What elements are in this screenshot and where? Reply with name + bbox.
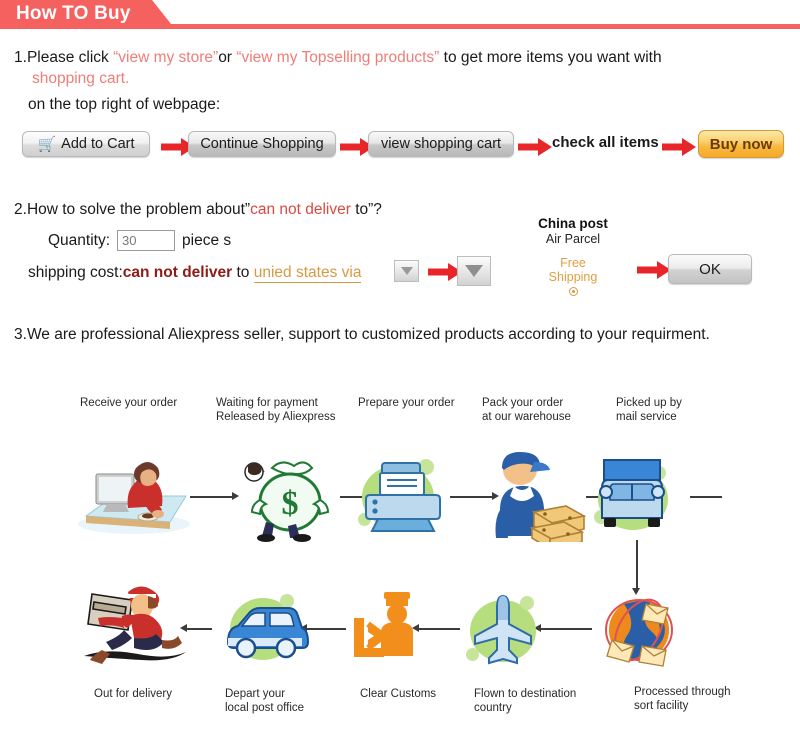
view-shopping-cart-label: view shopping cart	[368, 131, 514, 157]
flow-label-out-for-delivery: Out for delivery	[94, 688, 172, 700]
flow-label-depart-post-office: Depart your local post office	[225, 688, 305, 715]
add-to-cart-button[interactable]: 🛒 Add to Cart	[22, 131, 150, 157]
flow-connector-5-stub	[690, 496, 722, 498]
shipping-cost-to: to	[236, 264, 250, 281]
money-bag-icon: $	[232, 452, 342, 542]
free-shipping-line1: Free	[560, 256, 586, 270]
shipping-cost-row: shipping cost: can not deliver to unied s…	[28, 263, 362, 284]
continue-shopping-label: Continue Shopping	[188, 131, 336, 157]
step2-number: 2.	[14, 201, 27, 218]
flow-label-sort-facility: Processed through sort facility	[634, 686, 731, 713]
header-rule	[175, 24, 800, 29]
continue-shopping-button[interactable]: Continue Shopping	[188, 131, 336, 157]
destination-link[interactable]: unied states via	[253, 263, 362, 284]
step1-shopping-cart-line: shopping cart.	[32, 70, 130, 87]
buy-now-button[interactable]: Buy now	[698, 130, 784, 158]
carrier-service: Air Parcel	[545, 232, 601, 246]
step1-lead: Please click	[26, 49, 109, 66]
flow-connector-down	[636, 540, 638, 592]
destination-dropdown-button[interactable]	[394, 260, 419, 282]
flow-label-prepare-order: Prepare your order	[358, 397, 455, 409]
chevron-down-icon-2	[465, 265, 483, 277]
shipping-cost-status: can not deliver	[122, 264, 233, 281]
step1-tail: to get more items you want with	[443, 49, 662, 66]
quantity-row: Quantity: piece s	[48, 230, 231, 251]
flow-label-picked-up: Picked up by mail service	[616, 397, 682, 424]
step1-number: 1.	[14, 49, 27, 66]
warehouse-worker-icon	[478, 450, 588, 552]
check-all-items-label: check all items	[552, 134, 659, 151]
flow-label-waiting-payment: Waiting for payment Released by Aliexpre…	[216, 397, 336, 424]
globe-mail-icon	[598, 594, 680, 670]
airplane-icon	[462, 590, 552, 672]
quote-close-2: ”	[434, 49, 440, 66]
page-header-banner: How TO Buy	[0, 0, 800, 36]
free-shipping-line2: Shipping	[548, 270, 598, 285]
running-courier-icon	[76, 580, 196, 675]
delivery-van-icon	[216, 590, 316, 670]
step2-title-highlight: can not deliver	[250, 201, 351, 218]
carrier-name: China post	[538, 216, 608, 231]
arrow-icon-6	[637, 261, 671, 279]
step1-paragraph: 1.Please click “view my store”or “view m…	[14, 48, 794, 67]
flow-connector-1	[190, 496, 234, 498]
ok-button[interactable]: OK	[668, 254, 752, 284]
shopping-cart-icon: 🛒	[37, 135, 57, 153]
shipping-method-dropdown-button[interactable]	[457, 256, 491, 286]
quantity-label: Quantity:	[48, 231, 111, 249]
step2-title-b: to”?	[350, 201, 382, 218]
flow-label-clear-customs: Clear Customs	[360, 688, 437, 700]
step1-or: or	[218, 49, 232, 66]
link-view-my-store[interactable]: view my store	[118, 49, 213, 66]
flow-label-flown-destination: Flown to destination country	[474, 688, 577, 715]
step1-top-right-line: on the top right of webpage:	[28, 96, 221, 113]
svg-text:$: $	[282, 485, 299, 522]
quantity-unit: piece s	[182, 231, 232, 249]
step3-paragraph: 3.We are professional Aliexpress seller,…	[14, 325, 710, 344]
link-view-topselling[interactable]: view my Topselling products	[241, 49, 434, 66]
person-at-computer-icon	[74, 452, 194, 537]
customs-officer-icon	[348, 588, 426, 670]
ok-button-label: OK	[668, 254, 752, 284]
chevron-down-icon-1	[400, 267, 413, 275]
add-to-cart-label: Add to Cart	[61, 136, 135, 152]
free-shipping-block: Free Shipping	[540, 256, 606, 296]
step2-title-a: How to solve the problem about”	[26, 201, 251, 218]
carrier-block: China post Air Parcel	[536, 216, 610, 246]
flow-label-receive-order: Receive your order	[80, 397, 178, 409]
step3-text: We are professional Aliexpress seller, s…	[26, 326, 710, 343]
arrow-icon-3	[518, 138, 552, 156]
view-shopping-cart-button[interactable]: view shopping cart	[368, 131, 514, 157]
free-shipping-radio-icon[interactable]	[568, 286, 578, 296]
printer-icon	[356, 455, 451, 540]
step2-heading: 2.How to solve the problem about”can not…	[14, 200, 382, 219]
buy-now-label: Buy now	[698, 130, 784, 158]
shipping-cost-label: shipping cost:	[28, 264, 123, 281]
quantity-input[interactable]	[117, 230, 176, 251]
arrow-icon-4	[662, 138, 696, 156]
delivery-truck-icon	[590, 452, 684, 536]
page-title: How TO Buy	[16, 3, 131, 24]
flow-label-pack-order: Pack your order at our warehouse	[482, 397, 571, 424]
step3-number: 3.	[14, 326, 27, 343]
